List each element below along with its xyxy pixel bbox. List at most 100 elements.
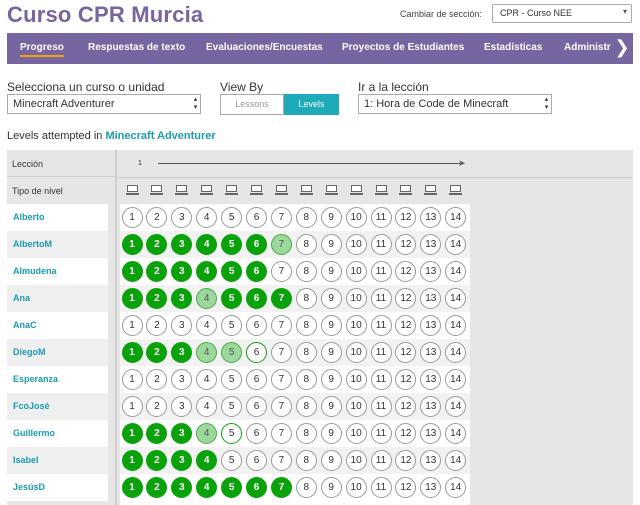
- level-bubble-perfect[interactable]: 1: [121, 288, 143, 309]
- viewby-levels-button[interactable]: Levels: [284, 94, 339, 115]
- level-bubble-not-started[interactable]: 5: [221, 396, 243, 417]
- student-name[interactable]: Guillermo: [7, 420, 108, 447]
- level-bubble-not-started[interactable]: 9: [320, 315, 342, 336]
- level-bubble-not-started[interactable]: 6: [246, 396, 267, 417]
- level-bubble-not-started[interactable]: 7: [270, 315, 292, 336]
- level-bubble-not-started[interactable]: 10: [345, 342, 367, 363]
- level-bubble-not-started[interactable]: 11: [370, 477, 392, 498]
- level-bubble-not-started[interactable]: 10: [345, 207, 367, 228]
- level-bubble-not-started[interactable]: 11: [370, 261, 392, 282]
- level-bubble-perfect[interactable]: 5: [221, 477, 243, 498]
- level-bubble-not-started[interactable]: 10: [345, 288, 367, 309]
- viewby-lessons-button[interactable]: Lessons: [220, 94, 284, 115]
- level-bubble-perfect[interactable]: 6: [246, 477, 267, 498]
- level-bubble-not-started[interactable]: 7: [270, 450, 292, 471]
- level-bubble-not-started[interactable]: 1: [121, 315, 143, 336]
- nav-tab-proyectos[interactable]: Proyectos de Estudiantes: [342, 42, 464, 53]
- level-bubble-not-started[interactable]: 5: [221, 450, 243, 471]
- level-bubble-perfect[interactable]: 6: [246, 261, 267, 282]
- level-bubble-passed[interactable]: 5: [221, 342, 243, 363]
- level-bubble-perfect[interactable]: 5: [221, 261, 243, 282]
- level-bubble-not-started[interactable]: 7: [270, 396, 292, 417]
- levels-attempted-course-link[interactable]: Minecraft Adventurer: [105, 130, 215, 142]
- level-bubble-passed[interactable]: 7: [270, 234, 292, 255]
- level-bubble-not-started[interactable]: 7: [270, 207, 292, 228]
- level-bubble-not-started[interactable]: 8: [295, 207, 317, 228]
- level-bubble-perfect[interactable]: 1: [121, 450, 143, 471]
- section-select[interactable]: CPR - Curso NEE ▾: [492, 4, 632, 23]
- level-bubble-not-started[interactable]: 11: [370, 342, 392, 363]
- student-name[interactable]: JesúsD: [7, 474, 108, 501]
- level-bubble-not-started[interactable]: 10: [345, 315, 367, 336]
- level-bubble-perfect[interactable]: 1: [121, 423, 143, 444]
- nav-tab-respuestas[interactable]: Respuestas de texto: [88, 42, 185, 53]
- level-bubble-not-started[interactable]: 6: [246, 315, 267, 336]
- goto-lesson-select[interactable]: 1: Hora de Code de Minecraft ▴ ▾: [358, 94, 552, 114]
- student-name[interactable]: Alberto: [7, 204, 108, 231]
- level-bubble-perfect[interactable]: 1: [121, 342, 143, 363]
- level-bubble-not-started[interactable]: 8: [295, 315, 317, 336]
- level-bubble-not-started[interactable]: 8: [295, 369, 317, 390]
- student-name[interactable]: Isabel: [7, 447, 108, 474]
- level-bubble-perfect[interactable]: 7: [270, 477, 292, 498]
- level-bubble-perfect[interactable]: 6: [246, 234, 267, 255]
- lesson-number[interactable]: 1: [138, 160, 142, 167]
- level-bubble-not-started[interactable]: 11: [370, 207, 392, 228]
- level-bubble-not-started[interactable]: 1: [121, 207, 143, 228]
- level-bubble-not-started[interactable]: 9: [320, 207, 342, 228]
- level-bubble-not-started[interactable]: 10: [345, 261, 367, 282]
- student-name[interactable]: Esperanza: [7, 366, 108, 393]
- level-bubble-not-started[interactable]: 7: [270, 342, 292, 363]
- course-select[interactable]: Minecraft Adventurer ▴ ▾: [7, 94, 201, 114]
- level-bubble-not-started[interactable]: 1: [121, 396, 143, 417]
- level-bubble-not-started[interactable]: 11: [370, 396, 392, 417]
- level-bubble-not-started[interactable]: 10: [345, 423, 367, 444]
- level-bubble-not-started[interactable]: 9: [320, 261, 342, 282]
- student-name[interactable]: AlbertoM: [7, 231, 108, 258]
- level-bubble-not-started[interactable]: 9: [320, 450, 342, 471]
- level-bubble-not-started[interactable]: 6: [246, 207, 267, 228]
- level-bubble-not-started[interactable]: 9: [320, 342, 342, 363]
- level-bubble-not-started[interactable]: 6: [246, 423, 267, 444]
- student-name[interactable]: FcoJosé: [7, 393, 108, 420]
- level-bubble-not-started[interactable]: 5: [221, 207, 243, 228]
- level-bubble-perfect[interactable]: 5: [221, 288, 243, 309]
- student-name[interactable]: Almudena: [7, 258, 108, 285]
- level-bubble-perfect[interactable]: 6: [246, 288, 267, 309]
- student-name[interactable]: DiegoM: [7, 339, 108, 366]
- level-bubble-not-started[interactable]: 9: [320, 423, 342, 444]
- level-bubble-not-started[interactable]: 10: [345, 450, 367, 471]
- level-bubble-not-started[interactable]: 10: [345, 477, 367, 498]
- level-bubble-not-started[interactable]: 5: [221, 369, 243, 390]
- nav-tab-administra[interactable]: Administra: [564, 42, 616, 53]
- level-bubble-not-started[interactable]: 6: [246, 450, 267, 471]
- level-bubble-not-started[interactable]: 8: [295, 423, 317, 444]
- level-bubble-attempted[interactable]: 6: [246, 342, 267, 363]
- level-bubble-not-started[interactable]: 11: [370, 288, 392, 309]
- level-bubble-not-started[interactable]: 9: [320, 396, 342, 417]
- level-bubble-not-started[interactable]: 11: [370, 369, 392, 390]
- level-bubble-not-started[interactable]: 11: [370, 315, 392, 336]
- level-bubble-perfect[interactable]: 1: [121, 477, 143, 498]
- level-bubble-not-started[interactable]: 8: [295, 261, 317, 282]
- level-bubble-not-started[interactable]: 8: [295, 450, 317, 471]
- level-bubble-not-started[interactable]: 7: [270, 369, 292, 390]
- level-bubble-not-started[interactable]: 6: [246, 369, 267, 390]
- nav-tab-estadisticas[interactable]: Estadísticas: [484, 42, 542, 53]
- level-bubble-not-started[interactable]: 8: [295, 396, 317, 417]
- level-bubble-perfect[interactable]: 1: [121, 261, 143, 282]
- level-bubble-not-started[interactable]: 7: [270, 261, 292, 282]
- level-bubble-not-started[interactable]: 8: [295, 342, 317, 363]
- level-bubble-not-started[interactable]: 10: [345, 396, 367, 417]
- level-bubble-not-started[interactable]: 11: [370, 423, 392, 444]
- level-bubble-not-started[interactable]: 9: [320, 477, 342, 498]
- nav-tab-evaluaciones[interactable]: Evaluaciones/Encuestas: [206, 42, 323, 53]
- level-bubble-not-started[interactable]: 10: [345, 369, 367, 390]
- level-bubble-perfect[interactable]: 1: [121, 234, 143, 255]
- chevron-right-icon[interactable]: ❯: [611, 33, 633, 64]
- level-bubble-not-started[interactable]: 1: [121, 369, 143, 390]
- level-bubble-perfect[interactable]: 7: [270, 288, 292, 309]
- nav-tab-progreso[interactable]: Progreso: [20, 42, 64, 57]
- level-bubble-not-started[interactable]: 10: [345, 234, 367, 255]
- student-name[interactable]: AnaC: [7, 312, 108, 339]
